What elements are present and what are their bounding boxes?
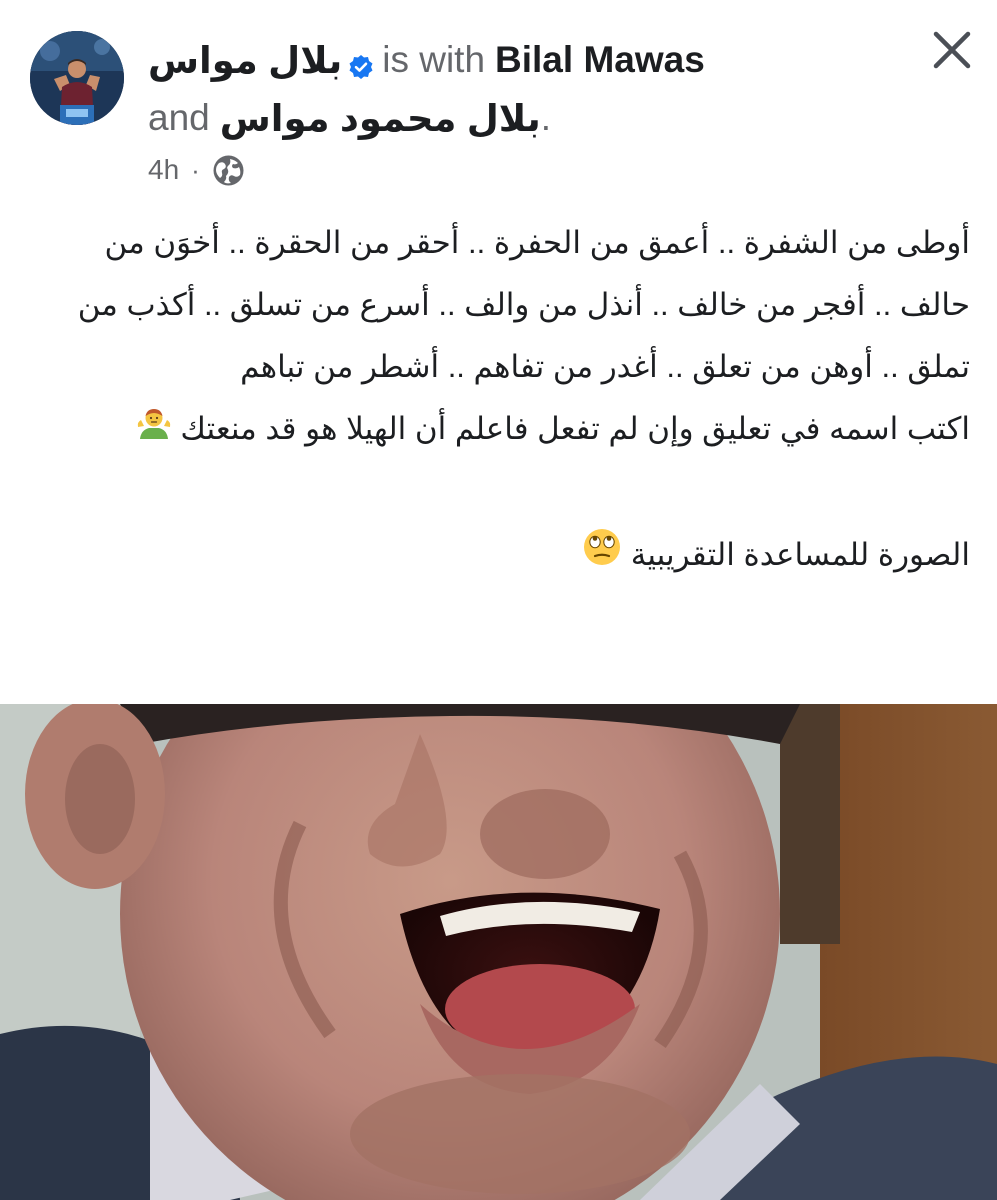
tagged-person-link-1[interactable]: Bilal Mawas bbox=[495, 39, 705, 81]
laughing-man-photo bbox=[0, 704, 997, 1200]
person-shrugging-emoji bbox=[136, 400, 172, 462]
meta-separator: · bbox=[191, 154, 200, 185]
period: . bbox=[540, 97, 552, 138]
post-paragraph-2-text: اكتب اسمه في تعليق وإن لم تفعل فاعلم أن … bbox=[180, 411, 970, 446]
author-name-link[interactable]: بلال مواس bbox=[148, 39, 342, 82]
close-icon bbox=[933, 31, 971, 69]
post-photo[interactable] bbox=[0, 704, 997, 1200]
globe-icon[interactable] bbox=[212, 154, 245, 187]
post-meta: 4h · bbox=[148, 150, 245, 190]
post-paragraph-1: أوطى من الشفرة .. أعمق من الحفرة .. أحقر… bbox=[77, 225, 970, 384]
post-header-line-1: بلال مواس is with Bilal Mawas bbox=[148, 37, 705, 83]
post-header-line-2: and بلال محمود مواس. bbox=[148, 95, 551, 141]
post-paragraph-3: الصورة للمساعدة التقريبية bbox=[26, 524, 970, 588]
face-with-rolling-eyes-emoji bbox=[582, 526, 622, 588]
close-button[interactable] bbox=[924, 22, 980, 78]
post-timestamp[interactable]: 4h bbox=[148, 154, 179, 186]
tagged-person-link-2[interactable]: بلال محمود مواس bbox=[220, 97, 541, 140]
avatar-image bbox=[30, 31, 124, 125]
with-label: is with bbox=[382, 39, 486, 80]
post-text: أوطى من الشفرة .. أعمق من الحفرة .. أحقر… bbox=[26, 212, 970, 588]
facebook-post: بلال مواس is with Bilal Mawas and بلال م… bbox=[0, 0, 997, 1200]
verified-badge-icon bbox=[348, 47, 374, 79]
post-paragraph-3-text: الصورة للمساعدة التقريبية bbox=[630, 536, 970, 572]
author-avatar[interactable] bbox=[30, 31, 124, 125]
and-label: and bbox=[148, 97, 210, 138]
post-paragraph-2: اكتب اسمه في تعليق وإن لم تفعل فاعلم أن … bbox=[26, 398, 970, 462]
